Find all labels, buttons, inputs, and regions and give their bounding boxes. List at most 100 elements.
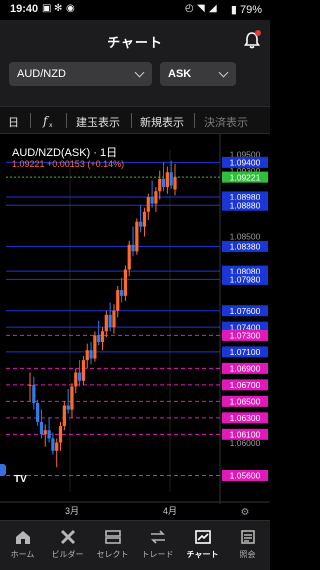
select-icon (104, 530, 121, 544)
panel-drag-handle[interactable] (0, 464, 6, 476)
chart-symbol: AUD/NZD(ASK) · 1日 (12, 147, 118, 159)
toolbar-divider (131, 113, 132, 128)
bottom-navigation: ホーム ビルダー セレクト トレード チャート 照会 (0, 520, 270, 570)
candle-body (108, 314, 112, 328)
settings-gear-icon[interactable]: ⚙ (241, 507, 250, 518)
candle-body (32, 384, 36, 403)
home-icon (15, 531, 30, 544)
price-side-value: ASK (168, 68, 192, 80)
candle-body (100, 331, 105, 343)
status-bar: 19:40 ▣ ✻ ◉ ◴ ◥ ◢ ▮ 79% (0, 0, 270, 20)
price-axis-label: 1.08500 (230, 232, 261, 242)
notification-icon: ▣ (42, 3, 52, 14)
candle-body (47, 430, 51, 439)
nav-home[interactable]: ホーム (0, 521, 45, 570)
chevron-down-icon (134, 67, 145, 78)
candle-body (139, 221, 143, 227)
position-display-toggle[interactable]: 建玉表示 (76, 114, 120, 130)
new-order-display-toggle[interactable]: 新規表示 (140, 114, 184, 130)
candle-body (135, 221, 139, 252)
nav-builder[interactable]: ビルダー (45, 521, 90, 570)
notification-badge (255, 30, 261, 36)
indicator-button[interactable]: f x (42, 114, 56, 131)
tools-icon (60, 529, 75, 545)
chart-icon (194, 530, 211, 544)
candle-body (58, 426, 63, 443)
price-axis-label: 1.06900 (230, 364, 261, 374)
chart-quote: 1.09221 +0.00153 (+0.14%) (12, 159, 125, 169)
nav-label: ホーム (10, 550, 35, 559)
chart-toolbar: 日 f x 建玉表示 新規表示 決済表示 (0, 106, 270, 134)
candle-body (36, 402, 40, 422)
price-axis-label: 1.06700 (230, 380, 261, 390)
candle-body (93, 335, 97, 359)
candle-body (154, 191, 158, 204)
nav-chart[interactable]: チャート (180, 521, 225, 570)
nav-select[interactable]: セレクト (90, 521, 135, 570)
price-axis-label: 1.06500 (230, 397, 261, 407)
price-axis-label: 1.07980 (230, 275, 261, 285)
selector-row: AUD/NZD ASK (0, 60, 270, 106)
candle-body (131, 244, 135, 252)
nav-trade[interactable]: トレード (135, 521, 180, 570)
trade-icon (150, 530, 165, 544)
settlement-display-toggle[interactable]: 決済表示 (204, 114, 248, 130)
price-axis-label: 1.08880 (230, 200, 261, 210)
price-axis-label: 1.07100 (230, 347, 261, 357)
page-title: チャート (107, 35, 163, 50)
svg-text:x: x (49, 122, 53, 128)
candle-body (112, 310, 116, 328)
status-time: 19:40 (10, 3, 39, 15)
candle-body (85, 350, 89, 361)
currency-pair-value: AUD/NZD (17, 68, 66, 80)
notification-bell-button[interactable] (242, 30, 262, 50)
price-axis-label: 1.06000 (230, 438, 261, 448)
price-axis-label: 1.08380 (230, 242, 261, 252)
chevron-down-icon (218, 67, 229, 78)
battery-icon: ▮ (230, 4, 237, 16)
candle-body (119, 290, 124, 296)
candle-body (28, 384, 32, 386)
price-side-select[interactable]: ASK (160, 62, 236, 86)
candle-body (39, 421, 44, 435)
nav-label: ビルダー (51, 550, 84, 559)
candle-body (116, 290, 120, 311)
time-axis-label: 4月 (163, 506, 177, 516)
candle-body (55, 442, 59, 451)
candle-body (165, 172, 169, 188)
alarm-icon: ◴ (185, 3, 194, 14)
settings-icon: ✻ (54, 3, 63, 14)
nav-inquiry[interactable]: 照会 (225, 521, 270, 570)
candle-body (158, 178, 162, 192)
price-axis-label: 1.09221 (230, 172, 261, 182)
battery-level: 79% (239, 4, 262, 16)
candle-body (169, 172, 173, 186)
timeframe-button[interactable]: 日 (8, 114, 19, 130)
currency-pair-select[interactable]: AUD/NZD (9, 62, 152, 86)
candlestick-chart[interactable]: 1.095001.094001.093001.092211.089801.088… (0, 134, 270, 520)
wifi-icon: ◥ (197, 3, 205, 14)
candle-body (161, 178, 166, 188)
candle-body (146, 196, 150, 212)
candle-body (43, 430, 47, 435)
candle-body (74, 372, 78, 387)
candle-body (62, 405, 66, 427)
nav-label: 照会 (239, 550, 256, 559)
candle-body (104, 314, 108, 332)
candle-body (150, 196, 154, 204)
messenger-icon: ◉ (66, 3, 75, 14)
signal-icon: ◢ (209, 3, 217, 14)
function-icon: f x (42, 114, 53, 129)
inquiry-icon (240, 530, 255, 544)
candle-body (127, 244, 131, 270)
app-header: チャート (0, 20, 270, 60)
price-axis-label: 1.05600 (230, 471, 261, 481)
price-axis-label: 1.07600 (230, 306, 261, 316)
toolbar-divider (66, 113, 67, 128)
nav-label: セレクト (96, 550, 129, 559)
nav-label: チャート (186, 550, 219, 559)
candle-body (70, 386, 74, 410)
price-chart[interactable]: 1.09500 1.09400 1.09300 1.09221 1.08980 1.088… (0, 134, 270, 520)
candle-body (66, 405, 70, 410)
price-axis-label: 1.07300 (230, 331, 261, 341)
